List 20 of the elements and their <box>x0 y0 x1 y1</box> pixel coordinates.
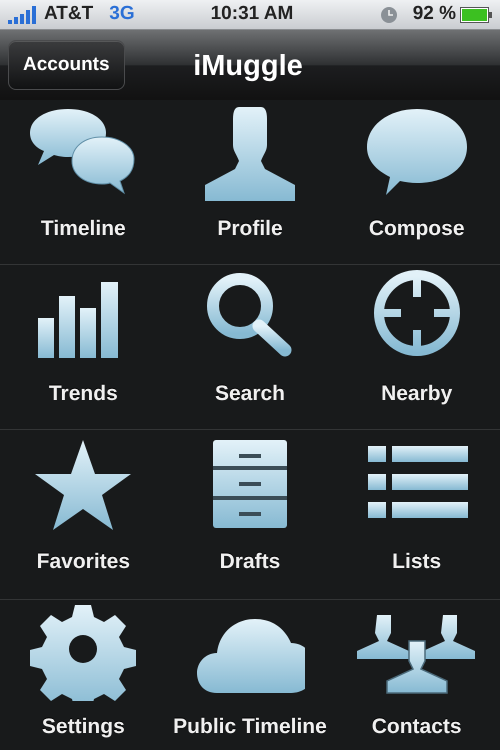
menu-item[interactable]: Contacts <box>333 600 500 750</box>
menu-item[interactable]: Timeline <box>0 100 167 264</box>
battery-icon <box>460 6 492 22</box>
network-text: 3G <box>109 2 135 26</box>
menu-item[interactable]: Public Timeline <box>166 600 334 750</box>
carrier-text: AT&T <box>44 2 94 26</box>
menu-item[interactable]: Compose <box>333 100 500 264</box>
menu-item[interactable]: Lists <box>333 430 500 599</box>
menu-item[interactable]: Profile <box>166 100 334 264</box>
menu-item[interactable]: Trends <box>0 265 167 429</box>
menu-item[interactable]: Settings <box>0 600 167 750</box>
menu-item[interactable]: Search <box>166 265 334 429</box>
menu-item[interactable]: Drafts <box>166 430 334 599</box>
clock-icon <box>380 6 397 22</box>
battery-text: 92 % <box>412 2 456 26</box>
accounts-button[interactable]: Accounts <box>8 40 125 90</box>
menu-item[interactable]: Nearby <box>333 265 500 429</box>
app-title: iMuggle <box>193 50 303 82</box>
time-text: 10:31 AM <box>210 2 294 26</box>
menu-item[interactable]: Favorites <box>0 430 167 599</box>
